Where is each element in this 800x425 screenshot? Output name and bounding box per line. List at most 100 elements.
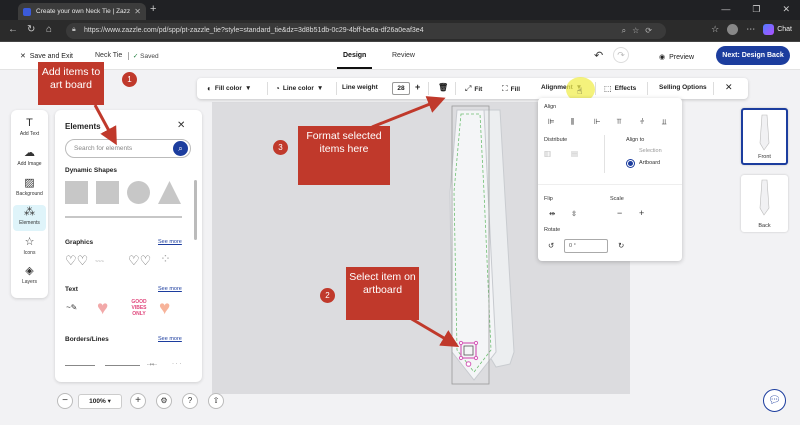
selection-option[interactable]: Selection <box>639 148 662 154</box>
rail-layers[interactable]: ◈ Layers <box>13 264 46 290</box>
callout-number-2: 2 <box>320 288 335 303</box>
callout-add-items: Add items to art board <box>38 62 104 105</box>
good-vibes-text-preset[interactable]: GOOD VIBES ONLY <box>127 299 151 317</box>
image-icon: ▨ <box>24 177 35 189</box>
rail-background[interactable]: ▨ Background <box>13 176 46 202</box>
shape-triangle[interactable] <box>157 180 182 205</box>
fit-button[interactable]: ⤢ Fit <box>465 84 482 94</box>
share-icon[interactable]: ⇧ <box>208 393 224 409</box>
reload-icon[interactable]: ↻ <box>27 24 35 35</box>
redo-icon[interactable]: ↷ <box>613 47 629 63</box>
rail-add-text[interactable]: T Add Text <box>13 116 46 142</box>
save-exit-button[interactable]: ✕ Save and Exit <box>20 52 73 60</box>
profile-avatar[interactable] <box>727 24 739 35</box>
align-middle-icon[interactable]: ⫩ <box>640 117 644 127</box>
panel-scrollbar[interactable] <box>194 180 197 240</box>
copilot-chat-button[interactable]: Chat <box>763 24 792 35</box>
tab-review[interactable]: Review <box>392 52 415 59</box>
heart-text-preset[interactable]: ♥ <box>97 298 108 320</box>
text-see-more-link[interactable]: See more <box>158 286 182 292</box>
ornament-line-preset[interactable]: ⇢⇠ <box>147 361 157 368</box>
url-text: https://www.zazzle.com/pd/spp/pt-zazzle_… <box>84 27 424 34</box>
search-icon[interactable]: ⌕ <box>173 141 188 156</box>
next-design-back-button[interactable]: Next: Design Back <box>716 46 790 65</box>
fill-button[interactable]: ⛶ Fill <box>502 84 520 94</box>
rotate-input[interactable]: 0 ° <box>564 239 608 253</box>
flip-vertical-icon[interactable]: ⇳ <box>571 209 577 218</box>
shape-square[interactable] <box>96 181 119 204</box>
shape-circle[interactable] <box>127 181 150 204</box>
zoom-out-button[interactable]: − <box>57 393 73 409</box>
delete-icon[interactable]: 🗑︎ <box>438 83 448 92</box>
preview-button[interactable]: ◉ Preview <box>651 50 702 64</box>
url-action-icons[interactable]: ⌕☆⟳ <box>622 26 658 36</box>
help-icon[interactable]: ? <box>182 393 198 409</box>
browser-tab[interactable]: Create your own Neck Tie | Zazzle ✕ <box>18 3 146 20</box>
menu-icon[interactable]: ⋯ <box>746 24 755 35</box>
thank-you-text-preset[interactable]: ~✎ <box>66 303 77 312</box>
shape-rounded-square[interactable] <box>65 181 88 204</box>
back-icon[interactable]: ← <box>8 24 18 35</box>
flip-horizontal-icon[interactable]: ⇹ <box>549 209 555 218</box>
front-label: Front <box>758 154 771 160</box>
close-toolbar-icon[interactable]: ✕ <box>725 82 733 93</box>
line-weight-input[interactable]: 28 <box>392 82 410 95</box>
fill-color-dropdown[interactable]: ◐ Fill color ▼ <box>207 84 251 93</box>
star-icon: ☆ <box>24 236 35 248</box>
align-left-icon[interactable]: ⊫ <box>548 117 555 126</box>
artboard-radio[interactable] <box>627 160 634 167</box>
scale-up-icon[interactable]: + <box>639 208 644 218</box>
script-graphic[interactable]: ~~~ <box>95 259 104 265</box>
favorites-icon[interactable]: ☆ <box>711 24 719 35</box>
dotted-line-preset[interactable]: · · · <box>172 361 181 367</box>
increase-line-weight-icon[interactable]: + <box>415 82 420 92</box>
line-preset[interactable] <box>105 365 140 366</box>
align-bottom-icon[interactable]: ⫫ <box>662 117 666 127</box>
heart-script-text-preset[interactable]: ♥ <box>159 298 170 320</box>
maximize-icon[interactable]: ❐ <box>752 4 760 15</box>
zoom-select[interactable]: 100% ▾ <box>78 394 122 409</box>
zoom-in-button[interactable]: + <box>130 393 146 409</box>
align-center-horizontal-icon[interactable]: ⫼ <box>571 117 574 127</box>
settings-icon[interactable]: ⚙ <box>156 393 172 409</box>
new-tab-button[interactable]: + <box>150 3 156 15</box>
close-tab-icon[interactable]: ✕ <box>134 7 141 16</box>
chat-help-button[interactable]: 💬︎ <box>763 389 786 412</box>
search-input[interactable]: Search for elements ⌕ <box>65 139 191 158</box>
graphics-see-more-link[interactable]: See more <box>158 239 182 245</box>
double-heart-graphic[interactable]: ♡♡ <box>128 253 151 269</box>
tab-design[interactable]: Design <box>336 52 373 69</box>
sparkle-graphic[interactable]: ⁘ <box>160 251 171 267</box>
app-header: ✕ Save and Exit Neck Tie │ ✓ Saved Desig… <box>0 42 800 70</box>
distribute-horizontal-icon[interactable]: ▥ <box>544 149 551 158</box>
scale-down-icon[interactable]: − <box>617 208 622 218</box>
hearts-graphic[interactable]: ♡♡ <box>65 253 88 269</box>
align-top-icon[interactable]: ⫪ <box>617 117 621 127</box>
tie-thumbnail <box>759 179 770 216</box>
text-heading: Text <box>65 286 78 293</box>
undo-icon[interactable]: ↶ <box>594 49 603 62</box>
fit-label: Fit <box>474 85 483 93</box>
rail-elements[interactable]: ⁂ Elements <box>13 205 46 231</box>
artboard-option[interactable]: Artboard <box>639 160 660 166</box>
close-panel-icon[interactable]: ✕ <box>177 120 185 131</box>
rotate-left-icon[interactable]: ↺ <box>548 241 554 250</box>
back-thumbnail[interactable]: Back <box>741 175 788 232</box>
borders-see-more-link[interactable]: See more <box>158 336 182 342</box>
line-preset[interactable] <box>65 365 95 366</box>
url-bar[interactable]: 🔒︎ https://www.zazzle.com/pd/spp/pt-zazz… <box>66 23 666 39</box>
front-thumbnail[interactable]: Front <box>741 108 788 165</box>
align-right-icon[interactable]: ⊩ <box>594 117 601 126</box>
rotate-right-icon[interactable]: ↻ <box>618 241 624 250</box>
distribute-vertical-icon[interactable]: ▤ <box>571 149 578 158</box>
rail-icons[interactable]: ☆ Icons <box>13 235 46 261</box>
minimize-icon[interactable]: — <box>721 4 730 15</box>
selling-options-button[interactable]: Selling Options <box>659 84 707 91</box>
browser-right-tools: ☆ ⋯ Chat <box>711 24 792 35</box>
effects-button[interactable]: ⬚ Effects <box>604 84 636 93</box>
home-icon[interactable]: ⌂ <box>46 24 52 35</box>
line-color-dropdown[interactable]: ◔ Line color ▼ <box>275 84 323 93</box>
close-window-icon[interactable]: ✕ <box>782 4 790 15</box>
shape-line[interactable] <box>65 216 182 218</box>
rail-add-image[interactable]: ☁ Add Image <box>13 146 46 172</box>
